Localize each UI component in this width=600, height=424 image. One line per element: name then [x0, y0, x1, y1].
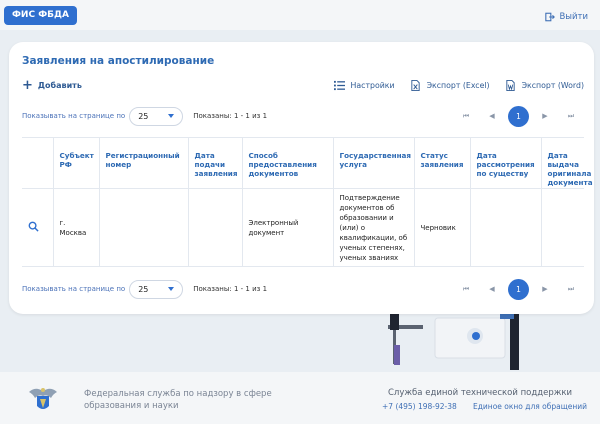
column-header-reg-number[interactable]: Регистрационный номер	[99, 137, 189, 189]
cell-delivery-method: Электронный документ	[242, 188, 334, 267]
cell-service: Подтверждение документов об образовании …	[333, 188, 415, 267]
page-number-bottom[interactable]: 1	[508, 278, 529, 300]
toolbar: Настройки Экспорт (Excel) Экспорт (Word)	[333, 80, 584, 91]
settings-button[interactable]: Настройки	[333, 80, 395, 91]
word-file-icon	[505, 80, 515, 91]
next-page-icon[interactable]: ▶	[532, 112, 558, 120]
last-page-icon[interactable]: ⏭	[558, 112, 584, 121]
last-page-icon[interactable]: ⏭	[558, 285, 584, 294]
per-page-value-bottom: 25	[138, 284, 149, 294]
view-cell[interactable]	[22, 188, 54, 267]
footer: Федеральная служба по надзору в сфере об…	[0, 372, 600, 424]
cell-issue-date	[541, 188, 584, 267]
cell-reg-number	[99, 188, 189, 267]
pager-bottom: Показывать на странице по 25 Показаны: 1…	[22, 278, 584, 300]
page-number[interactable]: 1	[508, 105, 529, 127]
prev-page-icon[interactable]: ◀	[479, 285, 505, 293]
add-label: Добавить	[37, 81, 82, 90]
logout-icon	[545, 12, 556, 22]
column-header-status[interactable]: Статус заявления	[414, 137, 471, 189]
excel-file-icon	[410, 80, 420, 91]
export-word-button[interactable]: Экспорт (Word)	[505, 80, 584, 91]
column-header-service[interactable]: Государственная услуга	[333, 137, 415, 189]
next-page-icon[interactable]: ▶	[532, 285, 558, 293]
per-page-label-bottom: Показывать на странице по	[22, 285, 126, 293]
pagination: ⏮ ◀ 1 ▶ ⏭	[453, 105, 584, 127]
pagination-bottom: ⏮ ◀ 1 ▶ ⏭	[453, 278, 584, 300]
logout-label: Выйти	[559, 12, 588, 22]
per-page-select[interactable]: 25	[129, 106, 184, 126]
search-icon[interactable]	[28, 221, 39, 232]
support-title: Служба единой технической поддержки	[388, 388, 573, 398]
column-header-subject[interactable]: Субъект РФ	[53, 137, 100, 189]
shown-count: Показаны: 1 - 1 из 1	[193, 112, 268, 120]
brand-logo[interactable]: ФИС ФБДА	[4, 6, 77, 25]
cell-status: Черновик	[414, 188, 471, 267]
table-row[interactable]: г. Москва Электронный документ Подтвержд…	[22, 188, 584, 267]
add-button[interactable]: + Добавить	[22, 77, 82, 93]
per-page-label: Показывать на странице по	[22, 112, 126, 120]
export-excel-button[interactable]: Экспорт (Excel)	[410, 80, 490, 91]
logout-button[interactable]: Выйти	[545, 12, 588, 22]
column-header-submit-date[interactable]: Дата подачи заявления	[188, 137, 243, 189]
top-bar: ФИС ФБДА Выйти	[0, 0, 600, 30]
support-link[interactable]: Единое окно для обращений	[473, 402, 587, 411]
emblem-logo	[29, 388, 57, 409]
cell-subject: г. Москва	[53, 188, 100, 267]
column-header-action	[22, 137, 54, 189]
per-page-value: 25	[138, 111, 149, 121]
shown-count-bottom: Показаны: 1 - 1 из 1	[193, 285, 268, 293]
support-phone[interactable]: +7 (495) 198-92-38	[382, 402, 457, 411]
pager-top: Показывать на странице по 25 Показаны: 1…	[22, 105, 584, 127]
export-excel-label: Экспорт (Excel)	[426, 81, 490, 90]
org-name: Федеральная служба по надзору в сфере об…	[84, 389, 272, 411]
column-header-review-date[interactable]: Дата рассмотрения по существу	[470, 137, 542, 189]
per-page-select-bottom[interactable]: 25	[129, 279, 184, 299]
page-title: Заявления на апостилирование	[22, 55, 215, 67]
prev-page-icon[interactable]: ◀	[479, 112, 505, 120]
chevron-down-icon	[168, 114, 175, 118]
column-header-issue-date[interactable]: Дата выдача оригинала документа	[541, 137, 593, 189]
plus-icon: +	[22, 77, 33, 93]
applications-table: Субъект РФ Регистрационный номер Дата по…	[22, 137, 593, 267]
list-settings-icon	[333, 80, 345, 91]
cell-review-date	[470, 188, 542, 267]
export-word-label: Экспорт (Word)	[521, 81, 584, 90]
table-header-row: Субъект РФ Регистрационный номер Дата по…	[22, 137, 593, 189]
settings-label: Настройки	[350, 81, 395, 90]
first-page-icon[interactable]: ⏮	[453, 112, 479, 121]
chevron-down-icon	[168, 287, 175, 291]
cell-submit-date	[188, 188, 243, 267]
first-page-icon[interactable]: ⏮	[453, 285, 479, 294]
applications-card: Заявления на апостилирование + Добавить …	[9, 42, 594, 314]
column-header-delivery-method[interactable]: Способ предоставления документов	[242, 137, 334, 189]
